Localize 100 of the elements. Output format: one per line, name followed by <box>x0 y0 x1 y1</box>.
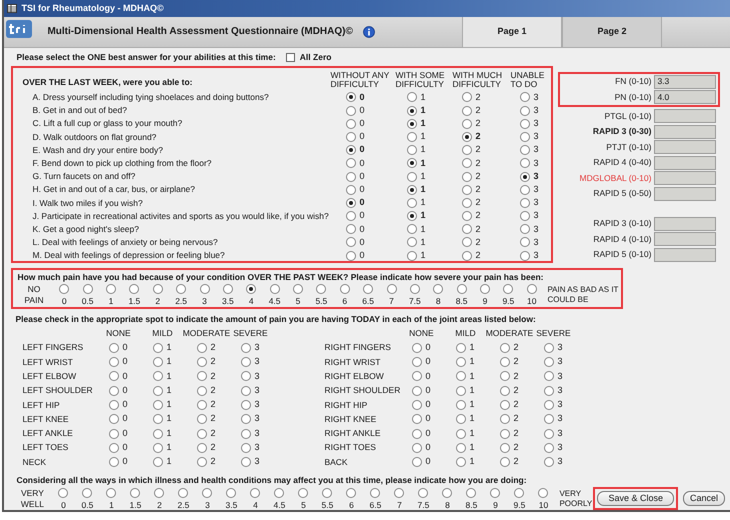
score-field[interactable]: 4.0 <box>654 90 716 104</box>
page-tab[interactable]: Page 1 <box>462 16 562 48</box>
radio-button[interactable] <box>407 198 418 208</box>
radio-button[interactable] <box>109 357 120 368</box>
radio-button[interactable] <box>412 342 422 353</box>
radio-button[interactable] <box>153 442 164 453</box>
radio-button[interactable] <box>500 428 510 438</box>
radio-button[interactable] <box>456 342 466 353</box>
radio-button[interactable] <box>197 342 208 353</box>
radio-button[interactable] <box>456 428 466 438</box>
radio-button[interactable] <box>544 342 554 353</box>
radio-button[interactable] <box>363 284 374 294</box>
radio-button[interactable] <box>346 488 356 498</box>
radio-button[interactable] <box>106 284 116 294</box>
radio-button[interactable] <box>500 400 510 410</box>
radio-button[interactable] <box>241 414 252 424</box>
radio-button[interactable] <box>433 284 444 294</box>
radio-button[interactable] <box>82 488 92 498</box>
radio-button[interactable] <box>153 371 164 382</box>
radio-button[interactable] <box>241 357 252 368</box>
radio-button[interactable] <box>407 145 418 156</box>
radio-button[interactable] <box>153 414 164 424</box>
radio-button[interactable] <box>407 158 418 168</box>
radio-button[interactable] <box>462 118 472 129</box>
radio-button[interactable] <box>520 211 530 222</box>
radio-button[interactable] <box>346 237 356 248</box>
radio-button[interactable] <box>462 132 472 142</box>
radio-button[interactable] <box>241 457 252 468</box>
radio-button[interactable] <box>346 145 356 156</box>
radio-button[interactable] <box>456 357 466 368</box>
radio-button[interactable] <box>346 158 356 168</box>
radio-button[interactable] <box>346 250 356 261</box>
radio-button[interactable] <box>246 284 256 294</box>
radio-button[interactable] <box>462 237 472 248</box>
radio-button[interactable] <box>197 428 208 438</box>
radio-button[interactable] <box>412 371 422 382</box>
radio-button[interactable] <box>346 132 356 142</box>
radio-button[interactable] <box>456 371 466 382</box>
radio-button[interactable] <box>346 172 356 182</box>
radio-button[interactable] <box>544 357 554 368</box>
radio-button[interactable] <box>386 284 396 294</box>
radio-button[interactable] <box>462 106 472 116</box>
radio-button[interactable] <box>109 428 120 438</box>
radio-button[interactable] <box>456 442 466 453</box>
checkbox[interactable] <box>286 52 295 62</box>
form-button[interactable]: Save & Close <box>593 487 678 510</box>
radio-button[interactable] <box>520 237 530 248</box>
radio-button[interactable] <box>370 488 380 498</box>
radio-button[interactable] <box>202 488 212 498</box>
radio-button[interactable] <box>153 386 164 396</box>
radio-button[interactable] <box>520 158 530 168</box>
radio-button[interactable] <box>456 386 466 396</box>
radio-button[interactable] <box>514 488 524 498</box>
radio-button[interactable] <box>407 211 418 222</box>
radio-button[interactable] <box>462 158 472 168</box>
radio-button[interactable] <box>544 442 554 453</box>
radio-button[interactable] <box>544 371 554 382</box>
radio-button[interactable] <box>500 414 510 424</box>
radio-button[interactable] <box>241 386 252 396</box>
radio-button[interactable] <box>442 488 452 498</box>
radio-button[interactable] <box>500 442 510 453</box>
radio-button[interactable] <box>241 342 252 353</box>
radio-button[interactable] <box>241 442 252 453</box>
radio-button[interactable] <box>412 414 422 424</box>
radio-button[interactable] <box>520 106 530 116</box>
radio-button[interactable] <box>407 132 418 142</box>
radio-button[interactable] <box>241 428 252 438</box>
score-field[interactable] <box>654 186 716 201</box>
radio-button[interactable] <box>197 371 208 382</box>
radio-button[interactable] <box>407 172 418 182</box>
radio-button[interactable] <box>346 118 356 129</box>
radio-button[interactable] <box>394 488 404 498</box>
radio-button[interactable] <box>520 184 530 195</box>
radio-button[interactable] <box>462 92 472 102</box>
radio-button[interactable] <box>520 118 530 129</box>
score-field[interactable] <box>654 140 716 154</box>
radio-button[interactable] <box>544 414 554 424</box>
radio-button[interactable] <box>316 284 326 294</box>
radio-button[interactable] <box>456 400 466 410</box>
score-field[interactable] <box>654 109 716 124</box>
radio-button[interactable] <box>197 414 208 424</box>
radio-button[interactable] <box>226 488 236 498</box>
score-field[interactable] <box>654 124 716 139</box>
radio-button[interactable] <box>407 237 418 248</box>
radio-button[interactable] <box>241 400 252 410</box>
radio-button[interactable] <box>346 106 356 116</box>
radio-button[interactable] <box>346 198 356 208</box>
radio-button[interactable] <box>462 250 472 261</box>
radio-button[interactable] <box>412 442 422 453</box>
radio-button[interactable] <box>197 386 208 396</box>
radio-button[interactable] <box>346 211 356 222</box>
radio-button[interactable] <box>462 172 472 182</box>
radio-button[interactable] <box>153 342 164 353</box>
radio-button[interactable] <box>412 428 422 438</box>
radio-button[interactable] <box>152 284 163 294</box>
radio-button[interactable] <box>407 118 418 129</box>
radio-button[interactable] <box>109 342 120 353</box>
radio-button[interactable] <box>520 250 530 261</box>
radio-button[interactable] <box>412 400 422 410</box>
radio-button[interactable] <box>241 371 252 382</box>
